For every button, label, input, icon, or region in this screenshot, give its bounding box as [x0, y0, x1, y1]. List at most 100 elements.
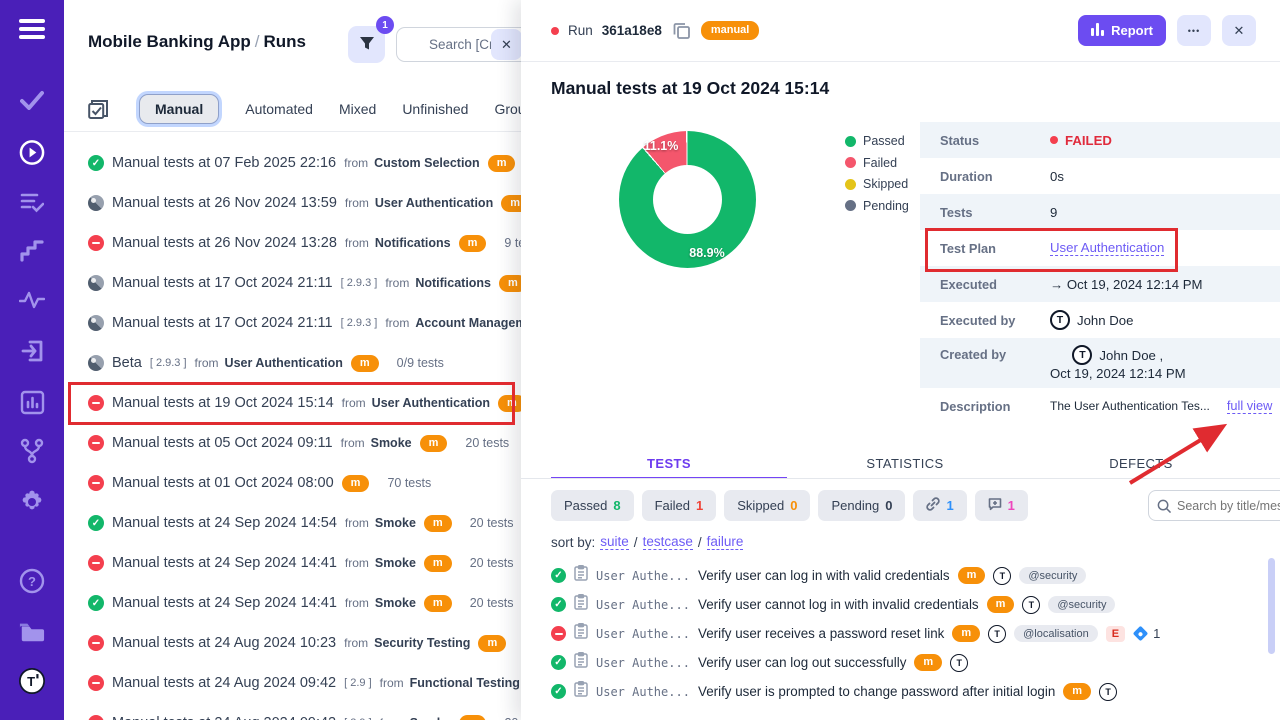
run-list-item[interactable]: Manual tests at 07 Feb 2025 22:16 from C… [64, 143, 521, 183]
run-title-heading: Manual tests at 19 Oct 2024 15:14 [551, 78, 829, 99]
run-list-item[interactable]: Manual tests at 24 Aug 2024 09:42 [ 2.9 … [64, 703, 521, 720]
result-filter-chip[interactable]: Passed 8 [551, 490, 634, 521]
manual-type-badge: m [914, 654, 942, 671]
run-source: Custom Selection [374, 156, 480, 170]
jira-diamond-icon [1133, 626, 1149, 642]
tab-mixed[interactable]: Mixed [339, 101, 376, 117]
run-list-item[interactable]: Manual tests at 26 Nov 2024 13:28 from N… [64, 223, 521, 263]
error-badge[interactable]: E [1106, 626, 1125, 642]
run-title: Manual tests at 07 Feb 2025 22:16 [112, 155, 336, 171]
analytics-icon[interactable] [19, 389, 45, 415]
menu-icon[interactable] [19, 16, 45, 42]
result-filter-chip[interactable]: Pending 0 [818, 490, 905, 521]
tab-statistics[interactable]: STATISTICS [787, 448, 1023, 478]
test-plans-icon[interactable] [19, 189, 45, 215]
run-source: Security Testing [374, 636, 470, 650]
tab-automated[interactable]: Automated [245, 101, 313, 117]
tag-chip[interactable]: @localisation [1014, 625, 1098, 642]
run-from-label: from [345, 196, 369, 210]
full-view-link[interactable]: full view [1227, 398, 1273, 414]
run-list-item[interactable]: Manual tests at 24 Aug 2024 10:23 from S… [64, 623, 521, 663]
run-list-item[interactable]: Manual tests at 17 Oct 2024 21:11 [ 2.9.… [64, 303, 521, 343]
run-list-item[interactable]: Manual tests at 24 Sep 2024 14:41 from S… [64, 543, 521, 583]
multi-select-icon[interactable] [88, 99, 109, 120]
report-button[interactable]: Report [1078, 15, 1166, 46]
test-row[interactable]: User Authe... Verify user can log out su… [521, 648, 1280, 677]
run-source: Smoke [375, 596, 416, 610]
info-label: Test Plan [940, 241, 1050, 256]
info-row-description: Description The User Authentication Tes.… [920, 388, 1280, 424]
avatar: T [1072, 345, 1092, 365]
breadcrumb-project[interactable]: Mobile Banking App [88, 32, 251, 51]
donut-label-minor: 11.1% [644, 139, 679, 153]
settings-icon[interactable] [19, 489, 45, 515]
info-label: Executed [940, 277, 1050, 292]
tags: @security [1019, 567, 1086, 584]
run-source: Account Management [415, 316, 521, 330]
test-row[interactable]: User Authe... Verify user is prompted to… [521, 677, 1280, 706]
run-list-item[interactable]: Manual tests at 01 Oct 2024 08:00 m 70 t… [64, 463, 521, 503]
funnel-icon [359, 36, 375, 54]
search-clear-button[interactable]: ✕ [491, 29, 521, 60]
avatar: T [1099, 683, 1117, 701]
run-list-item-selected[interactable]: Manual tests at 19 Oct 2024 15:14 from U… [64, 383, 521, 423]
play-circle-icon[interactable] [19, 139, 45, 165]
tab-group[interactable]: Grou [494, 101, 521, 117]
run-title: Manual tests at 24 Sep 2024 14:41 [112, 555, 337, 571]
test-row[interactable]: User Authe... Verify user receives a pas… [521, 619, 1280, 648]
run-status-icon [88, 155, 104, 171]
scrollbar-thumb[interactable] [1268, 558, 1275, 654]
steps-icon[interactable] [19, 238, 45, 264]
logo-avatar[interactable]: T [19, 668, 45, 694]
run-status-icon [88, 235, 104, 251]
projects-icon[interactable] [19, 619, 45, 645]
test-plan-link[interactable]: User Authentication [1050, 240, 1164, 256]
svg-text:?: ? [28, 574, 36, 589]
run-label: Run [568, 23, 593, 38]
run-status-icon [88, 635, 104, 651]
run-source: Smoke [375, 516, 416, 530]
tag-chip[interactable]: @security [1019, 567, 1086, 584]
run-list-item[interactable]: Manual tests at 26 Nov 2024 13:59 from U… [64, 183, 521, 223]
tab-manual[interactable]: Manual [139, 94, 219, 124]
sort-failure-link[interactable]: failure [707, 534, 744, 550]
run-list-item[interactable]: Manual tests at 24 Sep 2024 14:41 from S… [64, 583, 521, 623]
sort-suite-link[interactable]: suite [600, 534, 629, 550]
run-list-item[interactable]: Manual tests at 24 Aug 2024 09:42 [ 2.9 … [64, 663, 521, 703]
tag-chip[interactable]: @security [1048, 596, 1115, 613]
manual-type-badge: m [424, 555, 452, 572]
chip-count: 1 [696, 498, 703, 513]
run-source: Functional Testing [410, 676, 520, 690]
result-filter-chip[interactable]: Failed 1 [642, 490, 717, 521]
defect-link[interactable]: 1 [1135, 626, 1160, 641]
more-button[interactable]: ••• [1177, 15, 1211, 46]
tab-unfinished[interactable]: Unfinished [402, 101, 468, 117]
copy-icon[interactable] [671, 20, 692, 41]
comments-chip[interactable]: 1 [975, 490, 1028, 521]
run-status-icon [88, 475, 104, 491]
test-row[interactable]: User Authe... Verify user can log in wit… [521, 561, 1280, 590]
check-icon[interactable] [19, 87, 45, 113]
close-button[interactable]: ✕ [1222, 15, 1256, 46]
run-title: Manual tests at 17 Oct 2024 21:11 [112, 315, 333, 331]
run-title: Manual tests at 26 Nov 2024 13:28 [112, 235, 337, 251]
sort-testcase-link[interactable]: testcase [643, 534, 693, 550]
result-filter-chip[interactable]: Skipped 0 [724, 490, 810, 521]
test-suite-name: User Authe... [596, 569, 690, 583]
chip-count: 0 [885, 498, 892, 513]
run-list-item[interactable]: Manual tests at 05 Oct 2024 09:11 from S… [64, 423, 521, 463]
sign-in-icon[interactable] [19, 338, 45, 364]
chart-legend: Passed Failed Skipped Pending [845, 134, 909, 213]
tab-defects[interactable]: DEFECTS [1023, 448, 1259, 478]
branch-icon[interactable] [19, 438, 45, 464]
help-icon[interactable]: ? [19, 568, 45, 594]
run-list-item[interactable]: Beta [ 2.9.3 ] from User Authentication … [64, 343, 521, 383]
run-list-item[interactable]: Manual tests at 17 Oct 2024 21:11 [ 2.9.… [64, 263, 521, 303]
run-list-item[interactable]: Manual tests at 24 Sep 2024 14:54 from S… [64, 503, 521, 543]
run-source: Notifications [375, 236, 451, 250]
pulse-icon[interactable] [19, 287, 45, 313]
test-row[interactable]: User Authe... Verify user cannot log in … [521, 590, 1280, 619]
linked-defects-chip[interactable]: 1 [913, 490, 966, 521]
tab-tests[interactable]: TESTS [551, 448, 787, 478]
manual-type-badge: m [424, 515, 452, 532]
